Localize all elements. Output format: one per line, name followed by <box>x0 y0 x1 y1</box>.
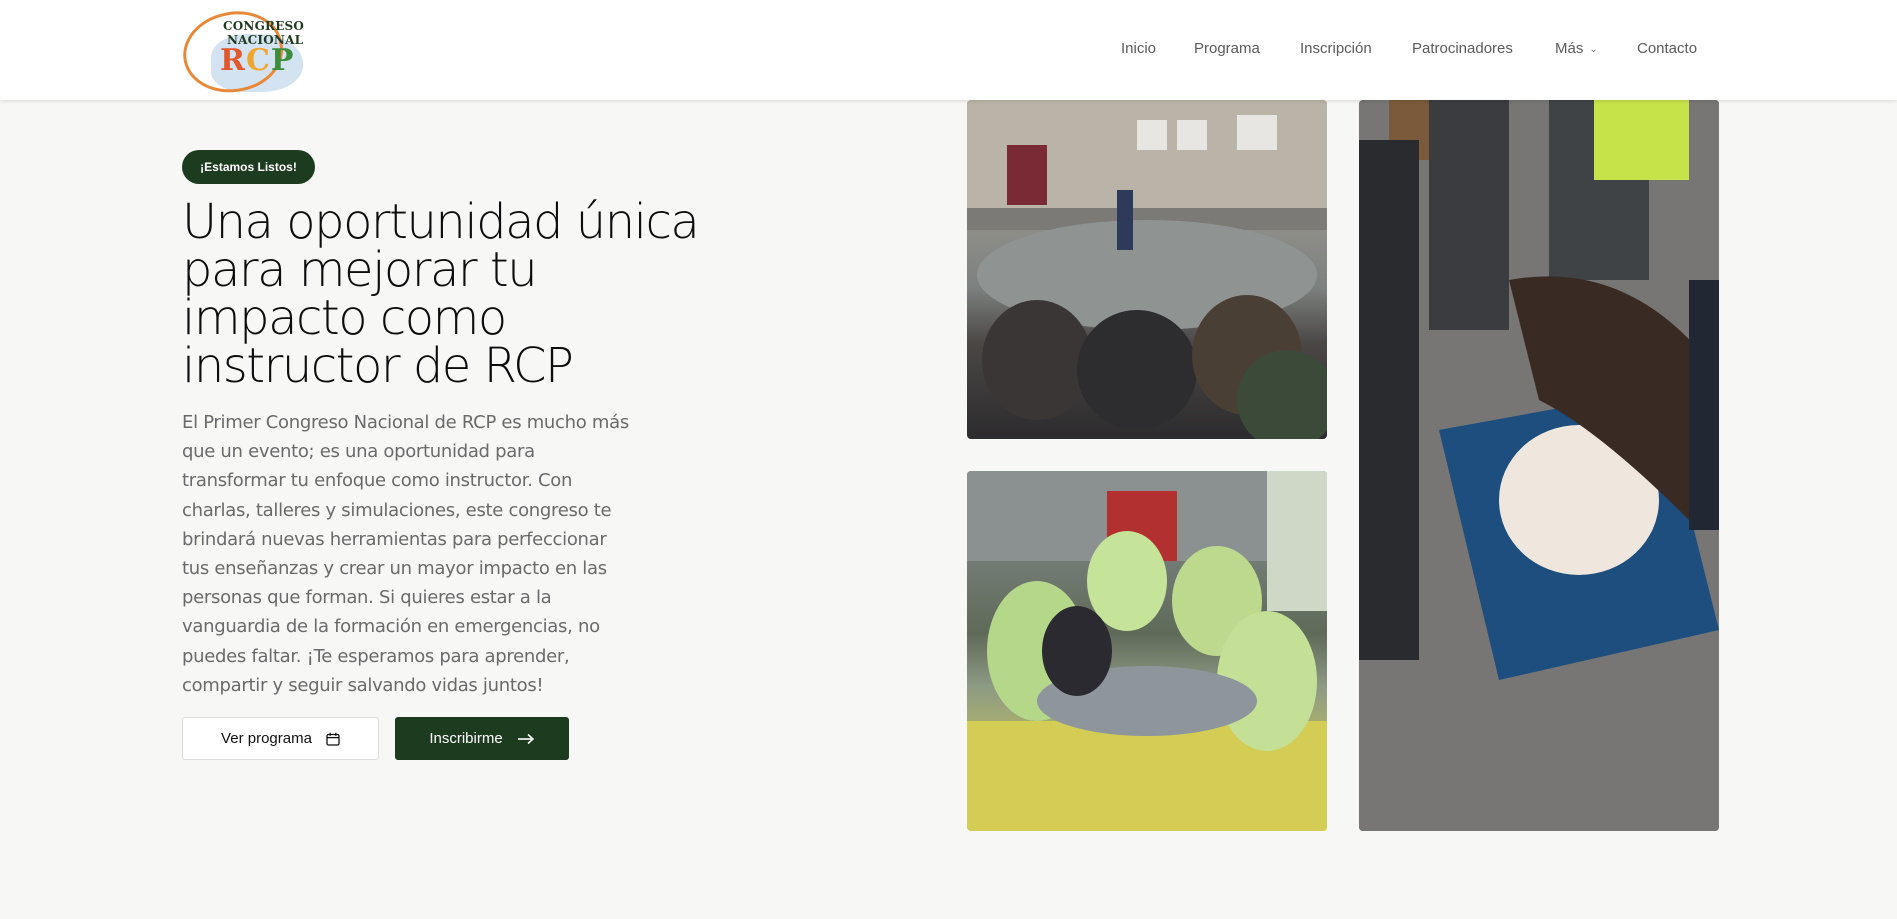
photo-cpr-manikin-practice <box>1359 100 1719 831</box>
hero-description: El Primer Congreso Nacional de RCP es mu… <box>182 412 629 696</box>
photo-emergency-simulation <box>967 471 1327 831</box>
logo-text-rcp: RCP <box>220 43 295 78</box>
nav-programa[interactable]: Programa <box>1194 40 1260 57</box>
site-header: CONGRESO NACIONAL RCP Inicio Programa In… <box>0 0 1897 102</box>
nav-inscripcion[interactable]: Inscripción <box>1300 40 1372 57</box>
ver-programa-label: Ver programa <box>221 730 312 747</box>
inscribirme-label: Inscribirme <box>429 730 503 747</box>
nav-inicio[interactable]: Inicio <box>1121 40 1156 57</box>
nav-patrocinadores[interactable]: Patrocinadores <box>1412 40 1513 57</box>
logo-text-line1: CONGRESO <box>223 19 305 33</box>
chevron-down-icon: ⌄ <box>1589 44 1598 55</box>
nav-mas-dropdown[interactable]: Más ⌄ <box>1555 40 1598 57</box>
ver-programa-button[interactable]: Ver programa <box>182 717 379 760</box>
nav-mas-label: Más <box>1555 40 1584 57</box>
nav-contacto[interactable]: Contacto <box>1637 40 1697 57</box>
congreso-logo[interactable]: CONGRESO NACIONAL RCP <box>175 2 313 102</box>
calendar-icon <box>326 732 340 746</box>
status-badge: ¡Estamos Listos! <box>182 150 315 184</box>
inscribirme-button[interactable]: Inscribirme <box>395 717 569 760</box>
hero-title: Una oportunidad única para mejorar tu im… <box>182 194 700 394</box>
photo-cpr-class-circle <box>967 100 1327 439</box>
arrow-right-icon <box>517 733 535 745</box>
